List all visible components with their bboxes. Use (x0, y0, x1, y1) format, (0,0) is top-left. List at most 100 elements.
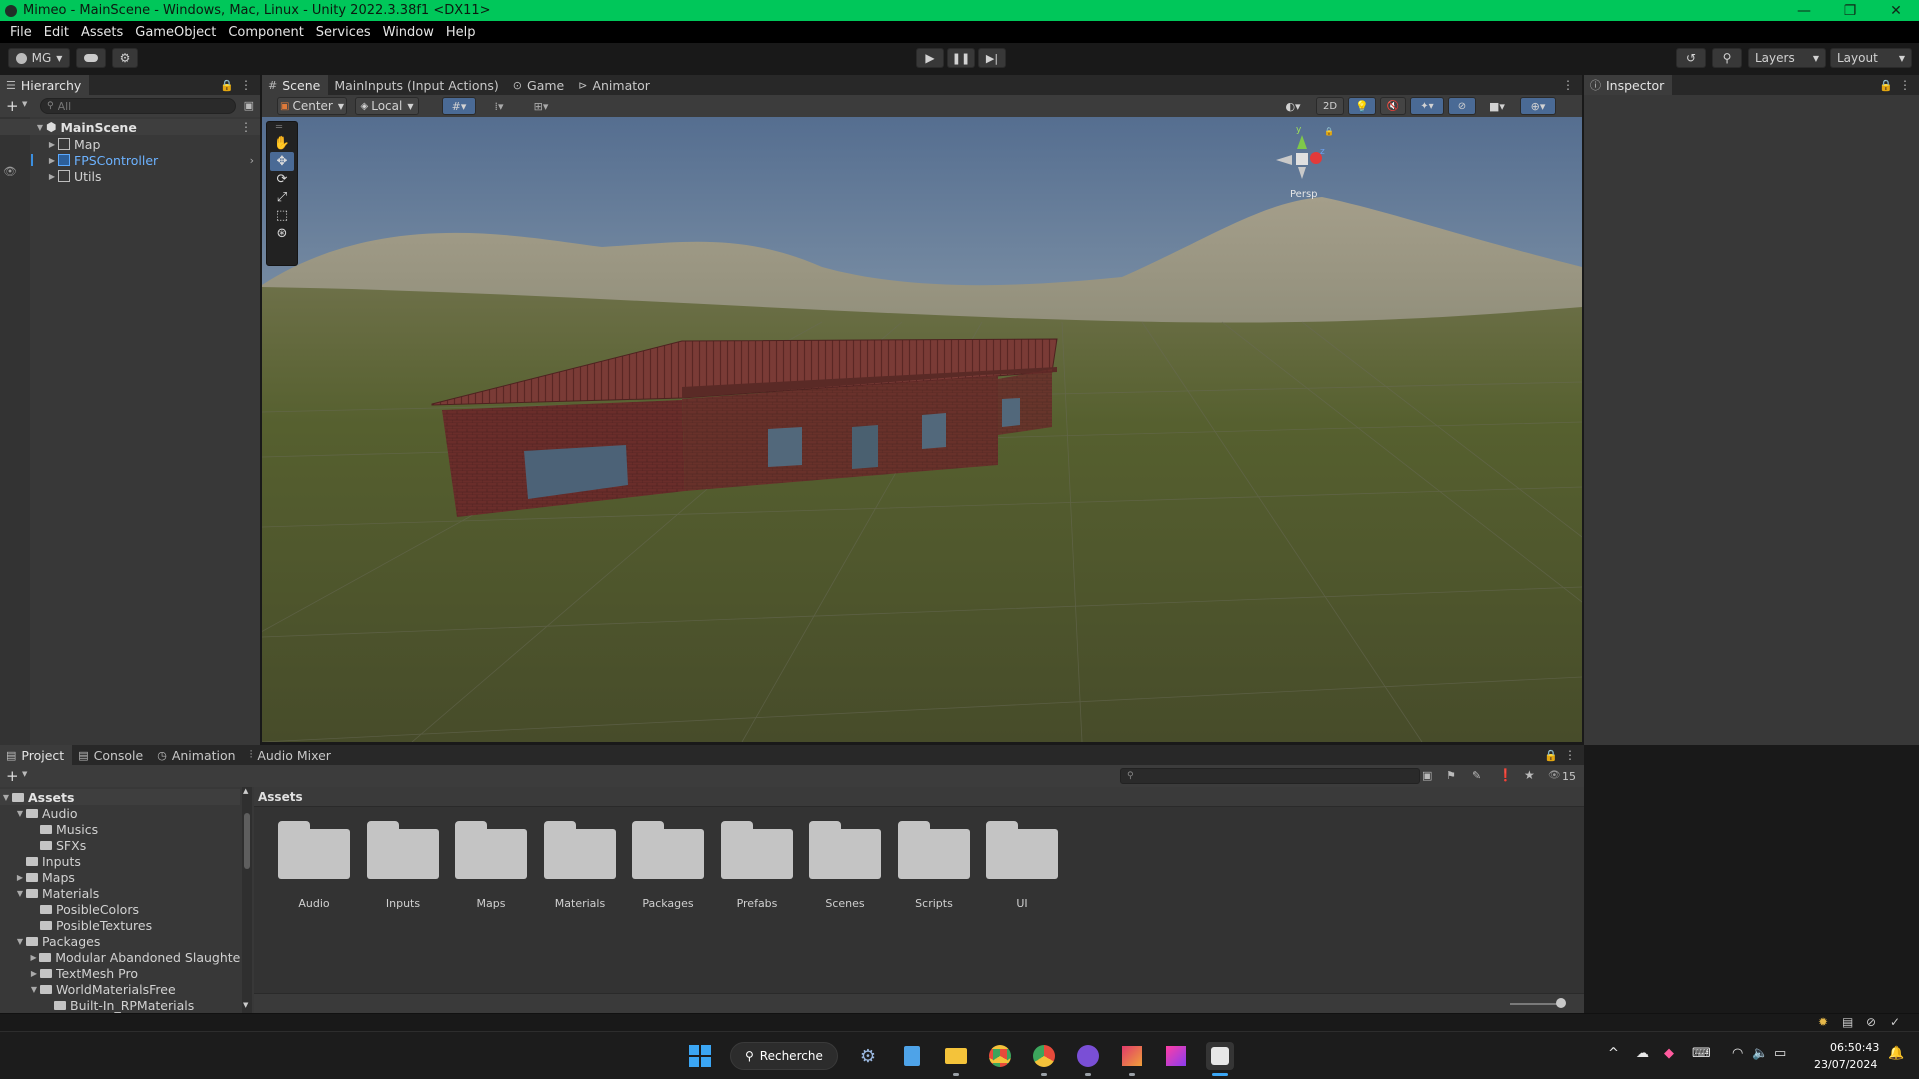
cache-server-icon[interactable]: ▤ (1842, 1015, 1853, 1029)
orientation-gizmo[interactable]: y z 🔒 Persp (1274, 125, 1334, 205)
scene-search-icon[interactable]: ▣ (244, 99, 254, 112)
taskbar-file-explorer[interactable] (942, 1042, 970, 1070)
onedrive-cloud-icon[interactable]: ☁ (1636, 1046, 1649, 1061)
expand-arrow-icon[interactable]: ▼ (14, 809, 26, 818)
notification-bell-icon[interactable]: 🔔 (1888, 1046, 1904, 1061)
camera-settings-dropdown[interactable]: ■▾ (1480, 97, 1514, 115)
clock-date[interactable]: 23/07/2024 (1814, 1058, 1877, 1071)
grid-snap-toggle[interactable]: #▾ (442, 97, 476, 115)
gizmos-dropdown[interactable]: ⊕▾ (1520, 97, 1556, 115)
taskbar-rider[interactable] (1118, 1042, 1146, 1070)
close-icon[interactable]: ✕ (1873, 0, 1919, 21)
layers-dropdown[interactable]: Layers ▼ (1748, 48, 1826, 68)
gizmo-projection-label[interactable]: Persp (1290, 189, 1318, 200)
expand-arrow-icon[interactable]: ▼ (0, 793, 12, 802)
folder-tree-item[interactable]: SFXs (0, 837, 240, 853)
pause-button[interactable]: ❚❚ (947, 48, 975, 68)
lock-icon[interactable]: 🔒 (1544, 749, 1558, 762)
folder-tree-item[interactable]: ▶ TextMesh Pro (0, 965, 240, 981)
show-hidden-icons[interactable]: ^ (1608, 1046, 1619, 1061)
folder-tree-item[interactable]: ▼ Audio (0, 805, 240, 821)
expand-arrow-icon[interactable]: ▼ (34, 123, 46, 132)
folder-tree-item[interactable]: Inputs (0, 853, 240, 869)
minimize-icon[interactable]: — (1781, 0, 1827, 21)
expand-arrow-icon[interactable]: ▶ (46, 156, 58, 165)
scroll-down-icon[interactable]: ▼ (243, 1001, 248, 1009)
tab-inspector[interactable]: ⓘ Inspector (1584, 75, 1673, 95)
tab-scene[interactable]: # Scene (262, 75, 329, 95)
expand-arrow-icon[interactable]: ▶ (46, 140, 58, 149)
expand-arrow-icon[interactable]: ▶ (28, 969, 40, 978)
debug-mode-icon[interactable]: ⊘ (1866, 1015, 1876, 1029)
hierarchy-item-selected[interactable]: ▶ FPSController › (0, 152, 260, 168)
scale-tool[interactable]: ⤢ (270, 188, 294, 207)
folder-tree-item[interactable]: ▼ Packages (0, 933, 240, 949)
asset-folder[interactable]: UI (982, 821, 1062, 910)
folder-tree-scrollbar[interactable]: ▲ ▼ (242, 787, 252, 1013)
tab-animation[interactable]: ◷ Animation (151, 745, 243, 765)
layout-dropdown[interactable]: Layout ▼ (1830, 48, 1912, 68)
menu-services[interactable]: Services (310, 25, 377, 40)
taskbar-notepad[interactable] (898, 1042, 926, 1070)
asset-folder[interactable]: Materials (540, 821, 620, 910)
search-by-type-icon[interactable]: ▣ (1422, 769, 1432, 782)
lock-icon[interactable]: 🔒 (1879, 79, 1893, 92)
add-icon[interactable]: + (6, 97, 19, 115)
move-tool[interactable]: ✥ (270, 152, 294, 171)
icon-size-slider-handle[interactable] (1556, 998, 1566, 1008)
kebab-menu-icon[interactable]: ⋮ (1564, 748, 1576, 762)
menu-window[interactable]: Window (377, 25, 440, 40)
folder-tree-item[interactable]: Built-In_RPMaterials (0, 997, 240, 1013)
favorite-star-icon[interactable]: ★ (1524, 768, 1535, 782)
scene-viewport[interactable]: ═ ✋ ✥ ⟳ ⤢ ⬚ ⊛ y z 🔒 Persp (262, 117, 1582, 742)
grid-visibility-toggle[interactable]: ⊞▾ (524, 97, 558, 115)
expand-arrow-icon[interactable]: ▼ (14, 889, 26, 898)
rect-tool[interactable]: ⬚ (270, 206, 294, 225)
asset-folder[interactable]: Scripts (894, 821, 974, 910)
menu-help[interactable]: Help (440, 25, 482, 40)
breadcrumb-assets[interactable]: Assets (258, 790, 303, 804)
asset-folder[interactable]: Scenes (805, 821, 885, 910)
lock-icon[interactable]: 🔒 (220, 79, 234, 92)
add-icon[interactable]: + (6, 767, 19, 785)
search-button[interactable]: ⚲ (1712, 48, 1742, 68)
restore-icon[interactable]: ❐ (1827, 0, 1873, 21)
expand-arrow-icon[interactable]: ▶ (28, 953, 39, 962)
account-dropdown[interactable]: MG ▼ (8, 48, 70, 68)
taskbar-settings[interactable]: ⚙ (854, 1042, 882, 1070)
asset-folder[interactable]: Inputs (363, 821, 443, 910)
wifi-icon[interactable]: ◠ (1732, 1046, 1743, 1061)
alert-icon[interactable]: ❗ (1498, 768, 1513, 782)
kebab-menu-icon[interactable]: ⋮ (1899, 78, 1911, 92)
transform-tool[interactable]: ⊛ (270, 224, 294, 243)
folder-tree-item[interactable]: ▼ Assets (0, 789, 240, 805)
progress-check-icon[interactable]: ✓ (1890, 1015, 1900, 1029)
folder-tree-item[interactable]: PosibleColors (0, 901, 240, 917)
rotate-tool[interactable]: ⟳ (270, 170, 294, 189)
taskbar-search-button[interactable]: ⚲ Recherche (730, 1042, 838, 1070)
hierarchy-item[interactable]: ▶ Map (0, 136, 260, 152)
volume-icon[interactable]: 🔈 (1752, 1046, 1768, 1061)
increment-snap-toggle[interactable]: ⁞▾ (482, 97, 516, 115)
kebab-menu-icon[interactable]: ⋮ (240, 120, 252, 134)
asset-folder[interactable]: Maps (451, 821, 531, 910)
clock-time[interactable]: 06:50:43 (1830, 1041, 1879, 1054)
folder-tree-item[interactable]: ▼ WorldMaterialsFree (0, 981, 240, 997)
project-search[interactable]: ⚲ (1120, 768, 1420, 784)
cloud-button[interactable] (76, 48, 106, 68)
lock-icon[interactable]: 🔒 (1324, 127, 1334, 136)
taskbar-unity[interactable] (1206, 1042, 1234, 1070)
expand-arrow-icon[interactable]: ▶ (46, 172, 58, 181)
menu-file[interactable]: File (4, 25, 38, 40)
hierarchy-scene-row[interactable]: ▼ ⬢ MainScene ⋮ (0, 119, 260, 135)
expand-arrow-icon[interactable]: ▶ (14, 873, 26, 882)
taskbar-app-pink[interactable] (1162, 1042, 1190, 1070)
tab-console[interactable]: ▤ Console (72, 745, 151, 765)
expand-arrow-icon[interactable]: ▼ (14, 937, 26, 946)
tab-game[interactable]: ⊙ Game (507, 75, 572, 95)
folder-tree-item[interactable]: ▶ Modular Abandoned Slaughterh (0, 949, 240, 965)
space-mode-dropdown[interactable]: ◈ Local ▼ (355, 97, 419, 115)
chevron-down-icon[interactable]: ▼ (22, 100, 27, 108)
start-button[interactable] (686, 1042, 714, 1070)
battery-icon[interactable]: ▭ (1774, 1046, 1786, 1061)
